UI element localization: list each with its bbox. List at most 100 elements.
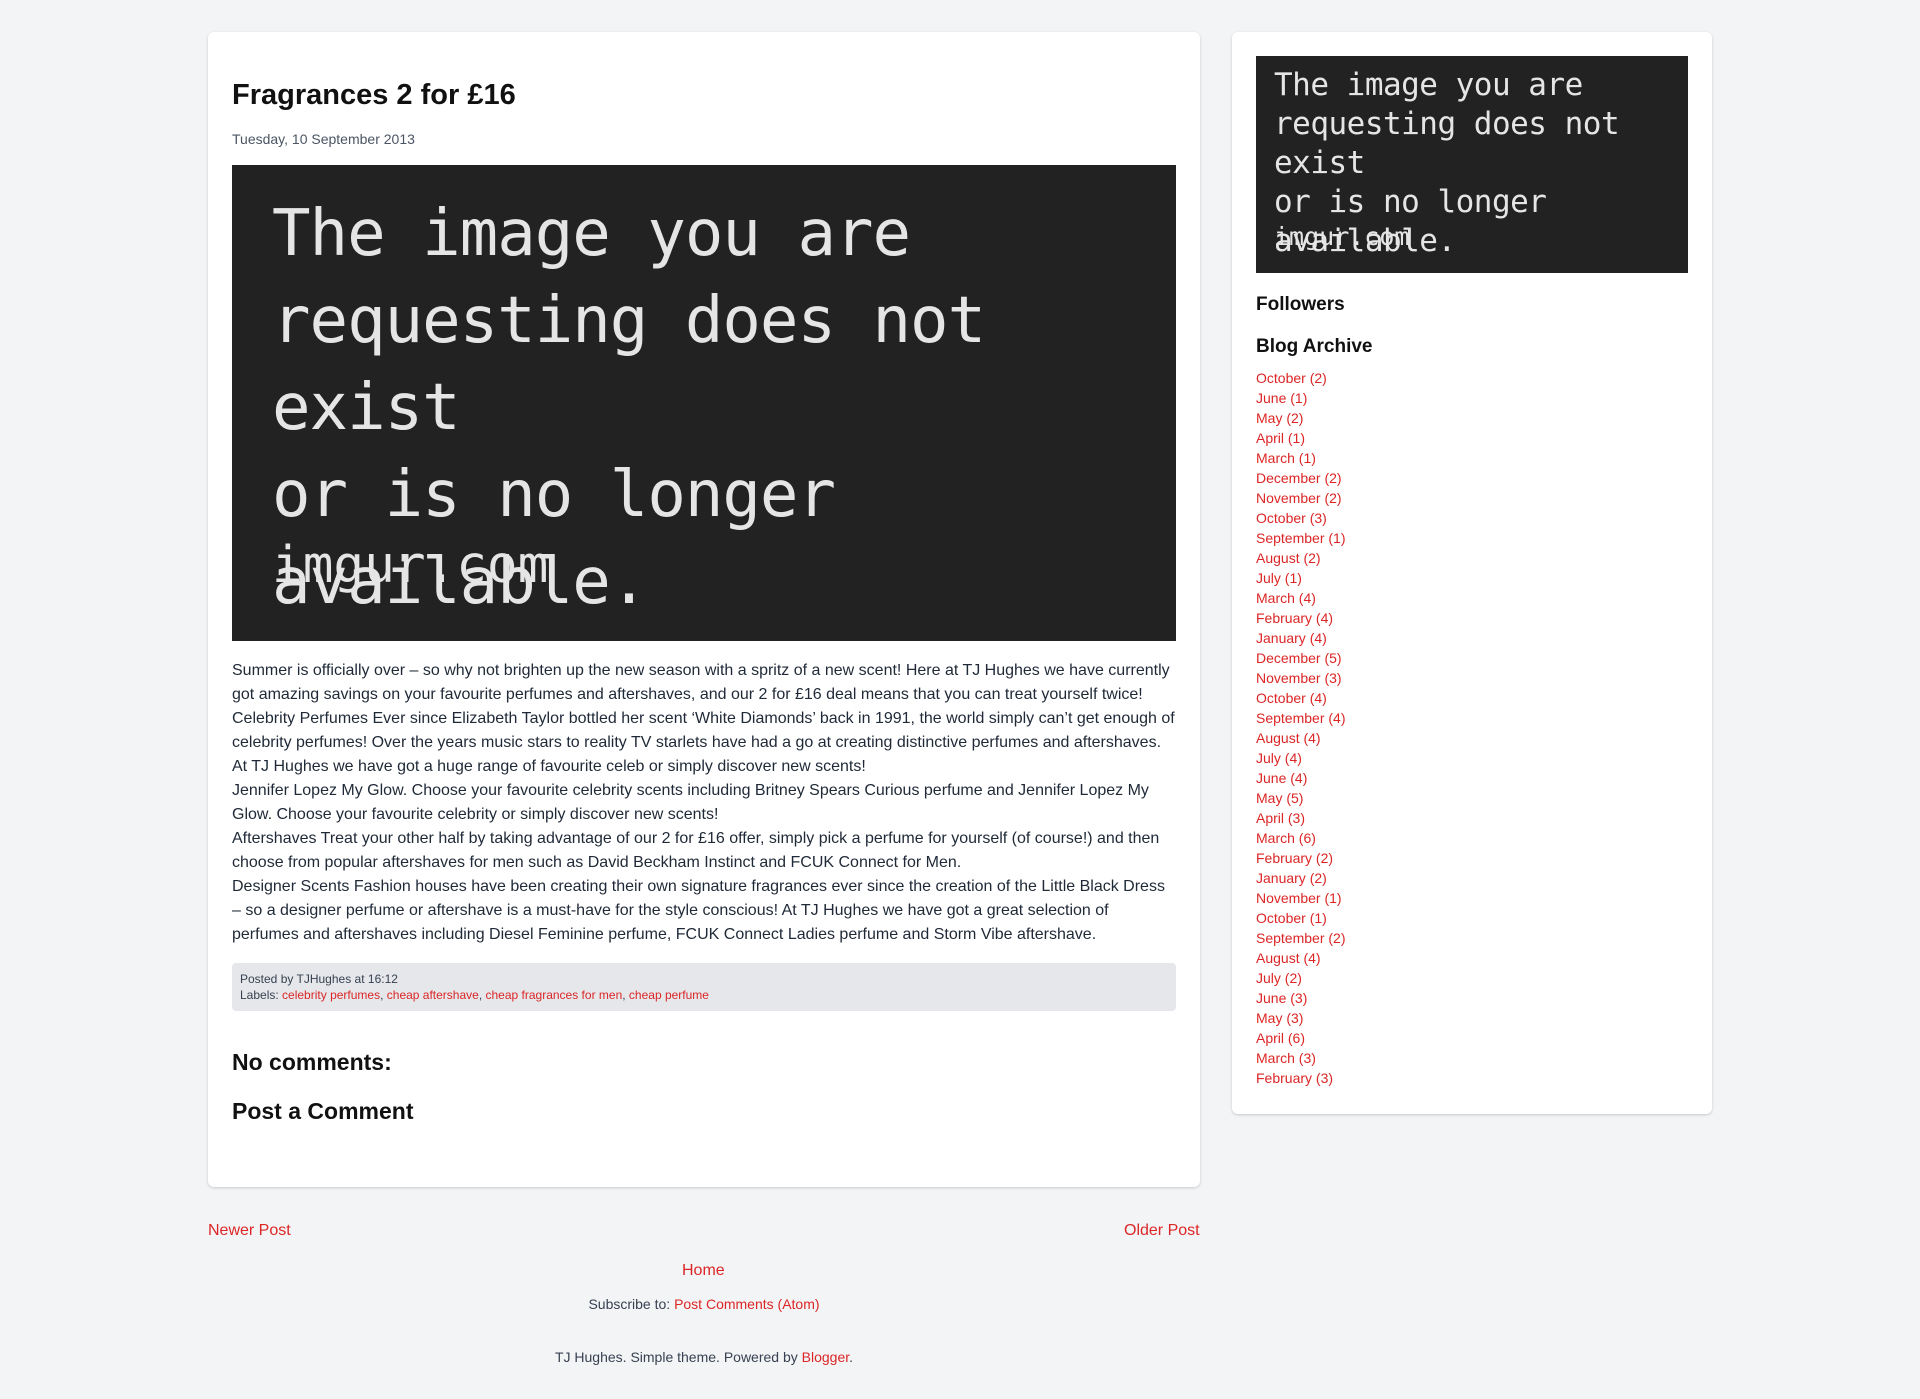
label-link[interactable]: cheap perfume [629,988,709,1002]
archive-month-link[interactable]: October (1) [1256,910,1327,926]
label-link[interactable]: cheap aftershave [387,988,479,1002]
post-paragraph: Summer is officially over – so why not b… [232,661,1170,703]
archive-month-link[interactable]: June (1) [1256,390,1307,406]
post-byline: Posted by TJHughes at 16:12 [240,971,1168,987]
archive-month-link[interactable]: November (1) [1256,890,1342,906]
post-footer: Posted by TJHughes at 16:12 Labels: cele… [232,962,1176,1011]
archive-item: March (6) [1256,828,1688,848]
attribution-text: TJ Hughes. Simple theme. Powered by [554,1349,798,1365]
archive-month-link[interactable]: September (1) [1256,530,1345,546]
post-time: 16:12 [367,971,398,986]
post-paragraph: Aftershaves Treat your other half by tak… [232,829,1160,871]
sidebar: The image you are requesting does not ex… [1232,32,1712,1114]
archive-item: September (1) [1256,528,1688,548]
archive-month-link[interactable]: June (4) [1256,770,1307,786]
archive-item: April (6) [1256,1028,1688,1048]
archive-item: October (3) [1256,508,1688,528]
archive-item: March (4) [1256,588,1688,608]
followers-heading: Followers [1256,294,1345,315]
archive-month-link[interactable]: March (3) [1256,1050,1316,1066]
blogger-link[interactable]: Blogger [802,1349,849,1365]
archive-month-link[interactable]: April (1) [1256,430,1305,446]
posted-at-word: at [354,971,365,986]
archive-month-link[interactable]: October (2) [1256,370,1327,386]
archive-month-link[interactable]: March (1) [1256,450,1316,466]
archive-item: November (1) [1256,888,1688,908]
archive-month-link[interactable]: August (4) [1256,950,1321,966]
post-date: Tuesday, 10 September 2013 [232,130,415,147]
posted-by-prefix: Posted by [240,971,294,986]
label-link[interactable]: cheap fragrances for men [486,988,623,1002]
post-paragraph: Jennifer Lopez My Glow. Choose your favo… [232,781,1149,823]
post-paragraph: Celebrity Perfumes Ever since Elizabeth … [232,709,1175,751]
newer-post-link[interactable]: Newer Post [208,1222,291,1240]
archive-item: October (4) [1256,688,1688,708]
home-link[interactable]: Home [682,1262,725,1280]
archive-item: September (4) [1256,708,1688,728]
archive-month-link[interactable]: May (2) [1256,410,1303,426]
archive-item: March (3) [1256,1048,1688,1068]
archive-item: November (2) [1256,488,1688,508]
archive-month-link[interactable]: June (3) [1256,990,1307,1006]
archive-month-link[interactable]: February (3) [1256,1070,1333,1086]
archive-month-link[interactable]: January (2) [1256,870,1327,886]
archive-month-link[interactable]: May (5) [1256,790,1303,806]
archive-month-link[interactable]: January (4) [1256,630,1327,646]
archive-month-link[interactable]: April (6) [1256,1030,1305,1046]
archive-month-link[interactable]: July (1) [1256,570,1302,586]
archive-month-link[interactable]: December (2) [1256,470,1342,486]
archive-month-link[interactable]: February (2) [1256,850,1333,866]
archive-item: December (5) [1256,648,1688,668]
archive-item: June (3) [1256,988,1688,1008]
archive-month-link[interactable]: August (2) [1256,550,1321,566]
post-labels: Labels: celebrity perfumes, cheap afters… [240,987,709,1002]
archive-month-link[interactable]: March (4) [1256,590,1316,606]
post-paragraph: At TJ Hughes we have got a huge range of… [232,757,866,775]
label-link[interactable]: celebrity perfumes [282,988,380,1002]
archive-month-link[interactable]: September (2) [1256,930,1345,946]
post-body: Summer is officially over – so why not b… [232,659,1176,947]
archive-item: September (2) [1256,928,1688,948]
archive-item: February (2) [1256,848,1688,868]
archive-list: October (2) June (1) May (2) April (1) March… [1256,368,1688,1088]
archive-item: October (1) [1256,908,1688,928]
post-comments-atom-link[interactable]: Post Comments (Atom) [674,1296,819,1312]
post-comment-heading: Post a Comment [232,1097,414,1124]
sidebar-image-placeholder: The image you are requesting does not ex… [1256,56,1688,273]
archive-item: March (1) [1256,448,1688,468]
archive-item: May (2) [1256,408,1688,428]
archive-month-link[interactable]: July (2) [1256,970,1302,986]
archive-item: April (1) [1256,428,1688,448]
archive-item: January (4) [1256,628,1688,648]
post-image-placeholder: The image you are requesting does not ex… [232,164,1176,641]
archive-item: August (4) [1256,728,1688,748]
older-post-link[interactable]: Older Post [1124,1222,1200,1240]
archive-item: May (3) [1256,1008,1688,1028]
archive-item: April (3) [1256,808,1688,828]
archive-month-link[interactable]: March (6) [1256,830,1316,846]
archive-month-link[interactable]: November (3) [1256,670,1342,686]
archive-item: June (4) [1256,768,1688,788]
archive-month-link[interactable]: December (5) [1256,650,1342,666]
archive-month-link[interactable]: October (4) [1256,690,1327,706]
post-paragraph: Designer Scents Fashion houses have been… [232,877,1165,943]
archive-month-link[interactable]: May (3) [1256,1010,1303,1026]
archive-month-link[interactable]: October (3) [1256,510,1327,526]
post-image-site: imgur.com [272,535,549,595]
archive-month-link[interactable]: February (4) [1256,610,1333,626]
archive-item: October (2) [1256,368,1688,388]
blog-archive-heading: Blog Archive [1256,336,1373,357]
comments-heading: No comments: [232,1048,392,1075]
archive-item: July (2) [1256,968,1688,988]
archive-item: February (3) [1256,1068,1688,1088]
archive-item: June (1) [1256,388,1688,408]
archive-item: May (5) [1256,788,1688,808]
archive-item: February (4) [1256,608,1688,628]
archive-month-link[interactable]: April (3) [1256,810,1305,826]
archive-month-link[interactable]: August (4) [1256,730,1321,746]
archive-month-link[interactable]: September (4) [1256,710,1345,726]
archive-month-link[interactable]: July (4) [1256,750,1302,766]
subscribe-line: Subscribe to: Post Comments (Atom) [0,1296,1408,1312]
archive-item: December (2) [1256,468,1688,488]
archive-month-link[interactable]: November (2) [1256,490,1342,506]
